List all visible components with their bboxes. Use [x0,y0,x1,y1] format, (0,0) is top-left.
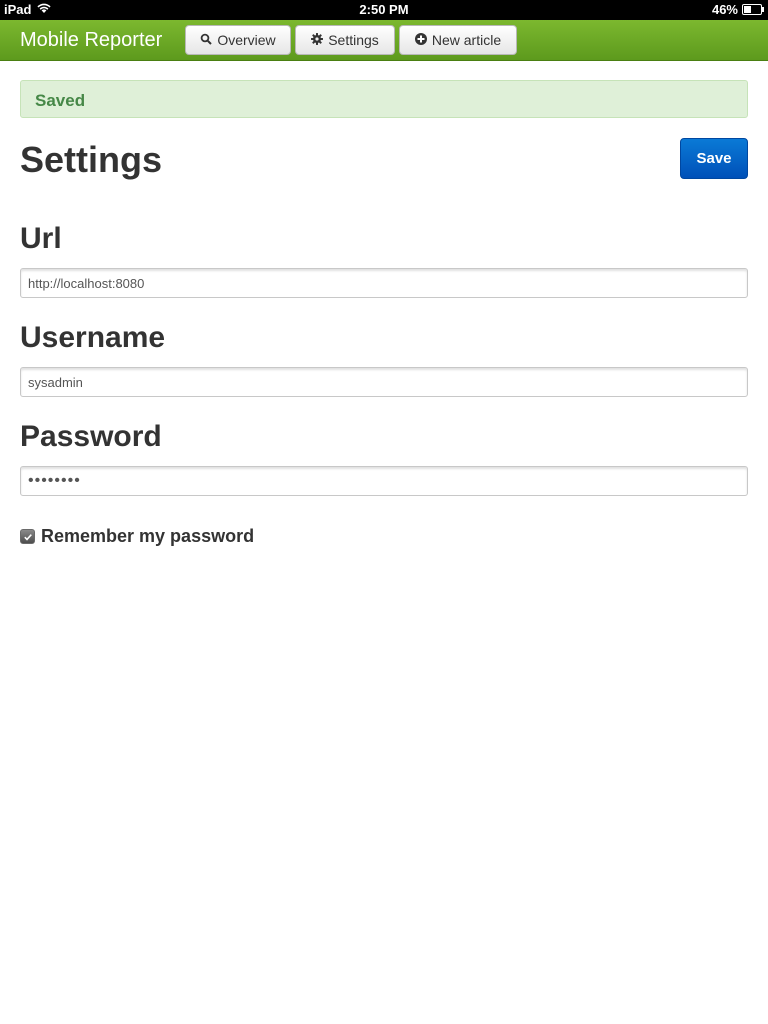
navbar: Mobile Reporter Overview Settings New ar… [0,20,768,61]
checkmark-icon [23,533,32,541]
battery-icon [742,4,764,15]
url-field[interactable] [20,268,748,298]
remember-password-checkbox[interactable] [20,529,35,544]
save-button[interactable]: Save [680,138,748,179]
app-brand[interactable]: Mobile Reporter [20,29,162,52]
battery-percent: 46% [711,2,738,17]
remember-password-row[interactable]: Remember my password [20,526,254,547]
status-time: 2:50 PM [359,2,409,17]
search-icon [200,32,213,48]
url-label: Url [20,222,62,255]
new-article-button[interactable]: New article [399,25,517,55]
password-field[interactable] [20,466,748,496]
remember-password-label: Remember my password [41,526,255,546]
overview-button-label: Overview [217,32,276,48]
gear-icon [311,32,324,48]
username-label: Username [20,321,166,354]
status-bar: iPad 2:50 PM 46% [0,0,768,20]
status-right: 46% [711,2,764,17]
settings-button[interactable]: Settings [295,25,395,55]
overview-button[interactable]: Overview [185,25,291,55]
page-title: Settings [20,139,163,180]
password-label: Password [20,420,162,453]
settings-button-label: Settings [328,32,379,48]
username-field[interactable] [20,367,748,397]
plus-circle-icon [414,32,427,48]
new-article-button-label: New article [431,32,502,48]
saved-alert: Saved [20,80,748,118]
